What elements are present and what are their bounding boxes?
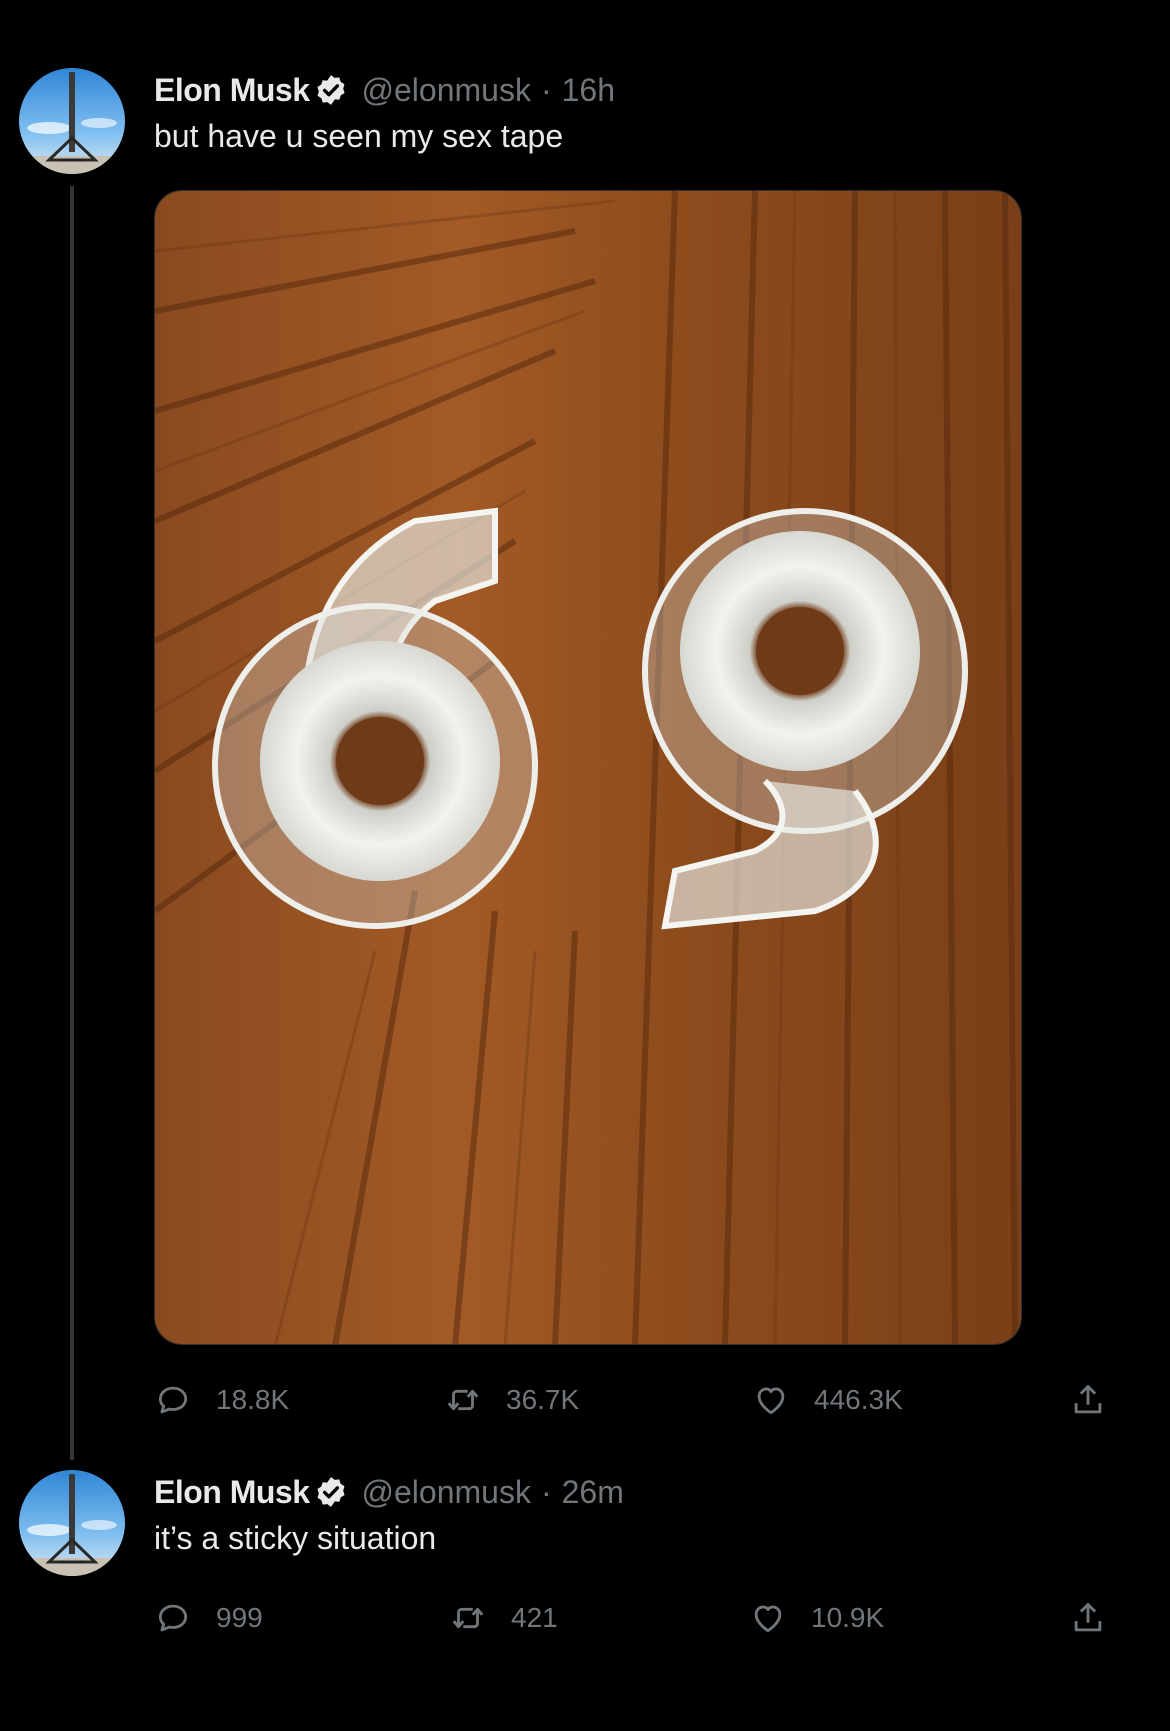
separator-dot: · xyxy=(540,71,552,108)
like-count: 10.9K xyxy=(811,1602,885,1633)
timestamp[interactable]: 16h xyxy=(562,72,615,109)
retweet-icon xyxy=(447,1389,479,1411)
tweet-1[interactable]: Elon Musk @elonmusk · 16h but have u see… xyxy=(0,0,1170,1460)
reply-count: 18.8K xyxy=(216,1384,290,1415)
tweet-2[interactable]: Elon Musk @elonmusk · 26m it’s a sticky … xyxy=(0,1460,1170,1731)
like-button[interactable]: 10.9K xyxy=(749,1593,884,1643)
author-name[interactable]: Elon Musk xyxy=(154,72,310,109)
share-button[interactable] xyxy=(1069,1375,1107,1425)
share-button[interactable] xyxy=(1069,1593,1107,1643)
author-handle[interactable]: @elonmusk xyxy=(362,72,531,109)
author-name[interactable]: Elon Musk xyxy=(154,1474,310,1511)
like-button[interactable]: 446.3K xyxy=(752,1375,903,1425)
author-handle[interactable]: @elonmusk xyxy=(362,1474,531,1511)
verified-badge-icon xyxy=(314,73,348,107)
tweet-actions: 999 421 10.9K xyxy=(154,1593,1114,1643)
tweet-text: it’s a sticky situation xyxy=(154,1520,437,1556)
tweet-actions: 18.8K 36.7K 446.3K xyxy=(154,1375,1114,1425)
reply-button[interactable]: 18.8K xyxy=(154,1375,289,1425)
share-icon xyxy=(1074,1385,1102,1414)
heart-icon xyxy=(754,1605,782,1633)
share-icon xyxy=(1074,1603,1102,1632)
reply-icon xyxy=(158,1386,188,1414)
reply-count: 999 xyxy=(216,1602,263,1633)
avatar[interactable] xyxy=(19,68,125,174)
tweet-photo[interactable] xyxy=(154,190,1022,1345)
like-count: 446.3K xyxy=(814,1384,903,1415)
retweet-button[interactable]: 36.7K xyxy=(444,1375,579,1425)
retweet-icon xyxy=(452,1607,484,1629)
tweet-header: Elon Musk @elonmusk · 16h xyxy=(154,68,615,112)
retweet-count: 421 xyxy=(511,1602,558,1633)
tweet-text: but have u seen my sex tape xyxy=(154,118,564,154)
avatar[interactable] xyxy=(19,1470,125,1576)
separator-dot: · xyxy=(540,1473,552,1510)
reply-button[interactable]: 999 xyxy=(154,1593,263,1643)
tweet-header: Elon Musk @elonmusk · 26m xyxy=(154,1470,624,1514)
reply-icon xyxy=(158,1604,188,1632)
retweet-count: 36.7K xyxy=(506,1384,580,1415)
heart-icon xyxy=(757,1387,785,1415)
timestamp[interactable]: 26m xyxy=(562,1474,624,1511)
retweet-button[interactable]: 421 xyxy=(449,1593,558,1643)
verified-badge-icon xyxy=(314,1475,348,1509)
